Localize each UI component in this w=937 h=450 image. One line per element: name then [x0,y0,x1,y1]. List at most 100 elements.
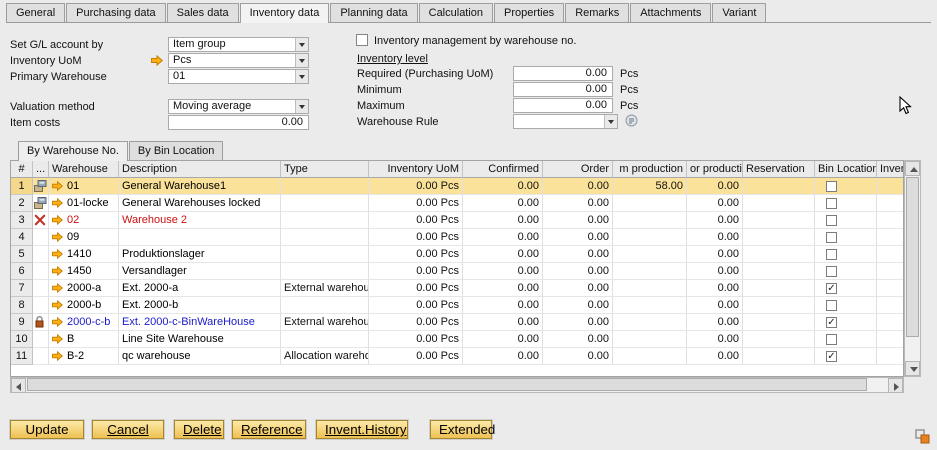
table-row[interactable]: 101General Warehouse10.00 Pcs0.000.0058.… [11,178,903,195]
col-header-warehouse[interactable]: Warehouse [49,161,119,178]
link-arrow-icon[interactable] [52,215,63,225]
scroll-down-icon[interactable] [905,361,920,376]
reservation-cell[interactable] [743,246,815,263]
tab-inventory-data[interactable]: Inventory data [240,3,330,23]
reservation-cell[interactable] [743,178,815,195]
ordered-cell[interactable]: 0.00 [543,280,613,297]
inventory-cell[interactable] [877,229,904,246]
link-arrow-icon[interactable] [52,334,63,344]
table-row[interactable]: 61450Versandlager0.00 Pcs0.000.000.00 [11,263,903,280]
description-cell[interactable]: Produktionslager [119,246,281,263]
for-production-cell[interactable]: 0.00 [687,348,743,365]
inventory-uom-combo[interactable]: Pcs [168,53,309,68]
subtab-by-warehouse-no[interactable]: By Warehouse No. [18,141,128,161]
ordered-cell[interactable]: 0.00 [543,229,613,246]
from-production-cell[interactable] [613,246,687,263]
extended-button[interactable]: Extended [430,420,492,439]
description-cell[interactable]: General Warehouse1 [119,178,281,195]
confirmed-cell[interactable]: 0.00 [463,229,543,246]
chevron-down-icon[interactable] [604,115,617,128]
link-arrow-icon[interactable] [52,249,63,259]
subtab-by-bin-location[interactable]: By Bin Location [129,141,223,160]
col-header-description[interactable]: Description [119,161,281,178]
scroll-right-icon[interactable] [888,378,903,393]
inventory-uom-cell[interactable]: 0.00 Pcs [369,195,463,212]
inventory-uom-cell[interactable]: 0.00 Pcs [369,178,463,195]
vertical-scrollbar[interactable] [904,160,921,377]
table-row[interactable]: 92000-c-bExt. 2000-c-BinWareHouseExterna… [11,314,903,331]
tab-sales-data[interactable]: Sales data [167,3,239,22]
tab-remarks[interactable]: Remarks [565,3,629,22]
type-cell[interactable]: Allocation wareho [281,348,369,365]
reservation-cell[interactable] [743,280,815,297]
table-row[interactable]: 201-lockeGeneral Warehouses locked0.00 P… [11,195,903,212]
reservation-cell[interactable] [743,331,815,348]
table-row[interactable]: 72000-aExt. 2000-aExternal warehous0.00 … [11,280,903,297]
type-cell[interactable] [281,246,369,263]
col-header-from-production[interactable]: m production [613,161,687,178]
inventory-uom-cell[interactable]: 0.00 Pcs [369,229,463,246]
description-cell[interactable]: General Warehouses locked [119,195,281,212]
confirmed-cell[interactable]: 0.00 [463,297,543,314]
for-production-cell[interactable]: 0.00 [687,212,743,229]
for-production-cell[interactable]: 0.00 [687,297,743,314]
inventory-uom-cell[interactable]: 0.00 Pcs [369,331,463,348]
for-production-cell[interactable]: 0.00 [687,280,743,297]
col-header-inventory[interactable]: Inven [877,161,904,178]
bin-location-checkbox[interactable]: ✓ [826,283,837,294]
row-number[interactable]: 3 [11,212,33,229]
inventory-cell[interactable] [877,212,904,229]
table-row[interactable]: 11B-2qc warehouseAllocation wareho0.00 P… [11,348,903,365]
circle-menu-icon[interactable] [625,114,638,127]
from-production-cell[interactable] [613,331,687,348]
confirmed-cell[interactable]: 0.00 [463,195,543,212]
ordered-cell[interactable]: 0.00 [543,348,613,365]
type-cell[interactable] [281,178,369,195]
from-production-cell[interactable] [613,297,687,314]
confirmed-cell[interactable]: 0.00 [463,348,543,365]
inventory-uom-cell[interactable]: 0.00 Pcs [369,246,463,263]
type-cell[interactable] [281,229,369,246]
warehouse-code-cell[interactable]: 2000-b [49,297,119,314]
inventory-cell[interactable] [877,263,904,280]
description-cell[interactable]: Warehouse 2 [119,212,281,229]
link-arrow-icon[interactable] [52,181,63,191]
reservation-cell[interactable] [743,263,815,280]
chevron-down-icon[interactable] [295,38,308,51]
ordered-cell[interactable]: 0.00 [543,263,613,280]
warehouse-code-cell[interactable]: B-2 [49,348,119,365]
chevron-down-icon[interactable] [295,70,308,83]
tab-variant[interactable]: Variant [712,3,766,22]
link-arrow-icon[interactable] [52,266,63,276]
description-cell[interactable]: Line Site Warehouse [119,331,281,348]
col-header-type[interactable]: Type [281,161,369,178]
ordered-cell[interactable]: 0.00 [543,297,613,314]
from-production-cell[interactable] [613,229,687,246]
from-production-cell[interactable] [613,212,687,229]
type-cell[interactable]: External warehous [281,314,369,331]
col-header-row-icon[interactable]: ... [33,161,49,178]
confirmed-cell[interactable]: 0.00 [463,314,543,331]
tab-purchasing-data[interactable]: Purchasing data [66,3,166,22]
tab-planning-data[interactable]: Planning data [330,3,417,22]
table-row[interactable]: 10BLine Site Warehouse0.00 Pcs0.000.000.… [11,331,903,348]
bin-location-checkbox[interactable] [826,181,837,192]
update-button[interactable]: Update [10,420,84,439]
bin-location-checkbox[interactable] [826,266,837,277]
inventory-cell[interactable] [877,178,904,195]
description-cell[interactable]: qc warehouse [119,348,281,365]
confirmed-cell[interactable]: 0.00 [463,280,543,297]
bin-location-checkbox[interactable]: ✓ [826,317,837,328]
row-number[interactable]: 7 [11,280,33,297]
reservation-cell[interactable] [743,297,815,314]
col-header-reservation[interactable]: Reservation [743,161,815,178]
cancel-button[interactable]: Cancel [92,420,164,439]
vertical-scrollbar-thumb[interactable] [906,177,919,337]
required-field[interactable]: 0.00 [513,66,613,81]
tab-general[interactable]: General [6,3,65,22]
row-number[interactable]: 2 [11,195,33,212]
description-cell[interactable]: Versandlager [119,263,281,280]
from-production-cell[interactable] [613,195,687,212]
primary-warehouse-combo[interactable]: 01 [168,69,309,84]
tab-attachments[interactable]: Attachments [630,3,711,22]
